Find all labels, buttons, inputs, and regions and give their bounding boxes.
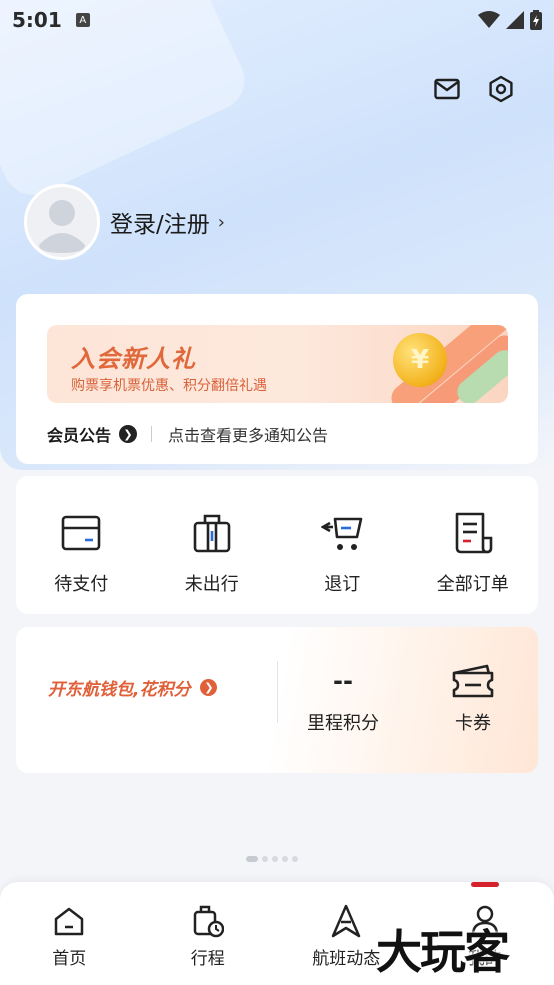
login-register-link[interactable]: 登录/注册 [110,205,210,239]
itinerary-icon [191,904,225,938]
luggage-icon [191,512,233,554]
divider [151,426,153,442]
order-label: 退订 [324,574,361,595]
tab-label: 行程 [190,949,225,969]
carousel-dot [282,856,288,862]
coupons[interactable]: 卡券 [418,663,528,735]
mileage-value: -- [333,667,353,695]
orders-card: 待支付 未出行 退订 全部订单 [16,476,538,614]
wifi-icon [478,11,500,28]
notice-text[interactable]: 点击查看更多通知公告 [168,422,328,446]
promo-title: 入会新人礼 [71,345,196,373]
tab-home[interactable]: 首页 [0,882,139,985]
watermark: 大玩客 [376,925,510,979]
tab-label: 首页 [52,949,87,969]
status-time: 5:01 [12,8,62,32]
coupons-label: 卡券 [455,713,491,734]
coin-icon: ¥ [393,333,447,387]
mail-icon[interactable] [432,74,462,104]
carousel-dot [262,856,268,862]
home-icon [52,904,86,938]
notification-icon: A [75,13,90,27]
carousel-dot [272,856,278,862]
carousel-dot [292,856,298,862]
chevron-right-icon: › [217,211,225,233]
mileage-points[interactable]: -- 里程积分 [288,663,398,735]
order-label: 待支付 [54,574,109,595]
member-promo-card: ¥ 入会新人礼 购票享机票优惠、积分翻倍礼遇 会员公告 ❯ 点击查看更多通知公告 [16,294,538,464]
carousel-indicator [246,856,298,862]
order-refund[interactable]: 退订 [277,476,408,614]
mileage-label: 里程积分 [307,713,379,734]
wallet-card: 开东航钱包,花积分 ❯ -- 里程积分 卡券 [16,627,538,773]
promo-subtitle: 购票享机票优惠、积分翻倍礼遇 [71,378,267,394]
battery-icon [530,10,542,30]
order-list-icon [452,512,494,554]
chevron-circle-icon: ❯ [200,679,218,696]
status-indicators [478,10,542,30]
signal-icon [506,11,524,29]
order-label: 未出行 [184,574,239,595]
carousel-dot [246,856,258,862]
divider [277,661,278,723]
wallet-card-icon [60,512,102,554]
active-tab-indicator [470,882,499,887]
notice-label: 会员公告 [47,426,112,445]
new-member-gift-banner[interactable]: ¥ 入会新人礼 购票享机票优惠、积分翻倍礼遇 [47,325,508,403]
status-bar: 5:01 A [0,0,554,40]
flight-status-icon [329,904,363,938]
member-notice[interactable]: 会员公告 ❯ 点击查看更多通知公告 [47,422,328,446]
avatar[interactable] [24,184,100,260]
wallet-promo-text: 开东航钱包,花积分 [48,680,191,700]
settings-icon[interactable] [486,74,516,104]
tab-itinerary[interactable]: 行程 [139,882,278,985]
profile-login[interactable]: 登录/注册 › [24,184,225,260]
order-all[interactable]: 全部订单 [408,476,539,614]
ticket-icon [451,663,495,699]
header-actions [432,74,516,104]
chevron-circle-icon: ❯ [119,425,138,443]
order-pending-payment[interactable]: 待支付 [16,476,147,614]
order-upcoming[interactable]: 未出行 [147,476,278,614]
wallet-promo-link[interactable]: 开东航钱包,花积分 ❯ [48,675,218,700]
tab-label: 航班动态 [312,949,381,969]
order-label: 全部订单 [436,574,509,595]
cart-return-icon [321,512,363,554]
